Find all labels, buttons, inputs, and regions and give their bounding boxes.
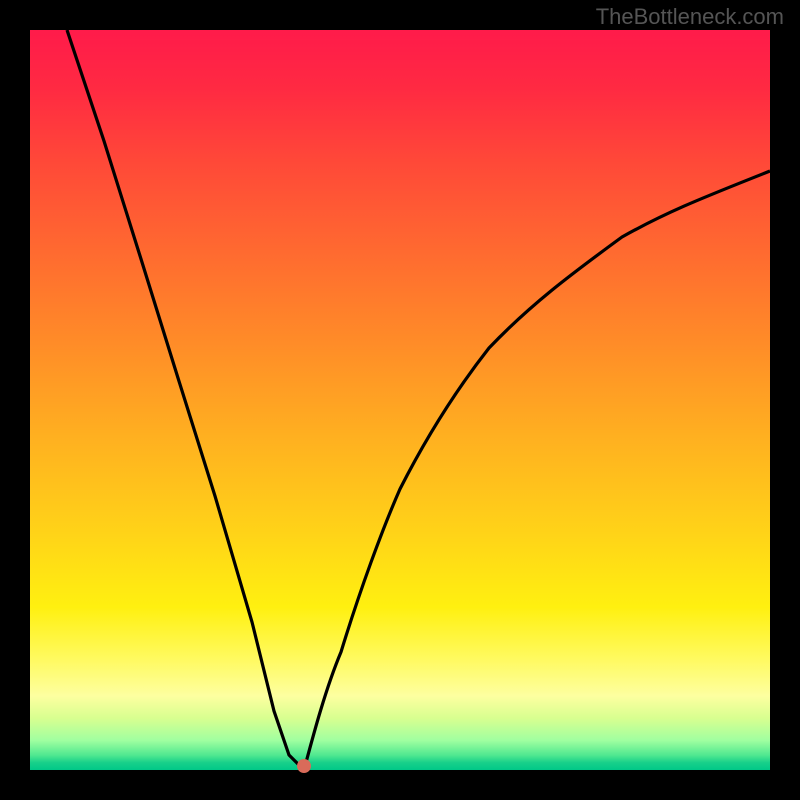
optimum-marker <box>297 759 311 773</box>
chart-plot-area <box>30 30 770 770</box>
watermark-text: TheBottleneck.com <box>596 4 784 30</box>
curve-right-branch <box>304 171 770 770</box>
chart-curve <box>30 30 770 770</box>
curve-left-branch <box>67 30 304 770</box>
